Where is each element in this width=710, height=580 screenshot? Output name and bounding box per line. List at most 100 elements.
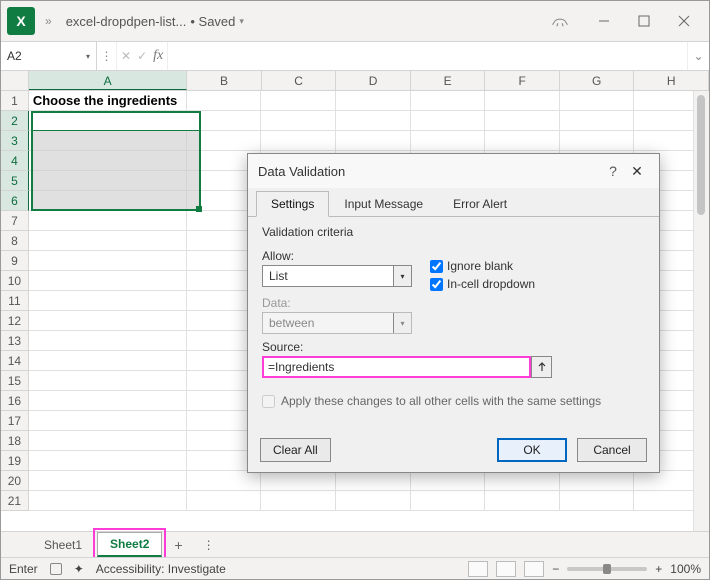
cell[interactable] [29,311,187,331]
cell[interactable] [485,111,560,131]
cell[interactable] [29,251,187,271]
page-break-view-button[interactable] [524,561,544,577]
minimize-button[interactable] [585,7,623,35]
cell[interactable] [29,271,187,291]
row-header[interactable]: 15 [1,371,29,391]
name-box[interactable]: A2 ▾ [1,42,97,70]
cell[interactable] [485,491,560,511]
cell[interactable] [29,151,187,171]
formula-input[interactable] [167,42,687,70]
cell[interactable] [411,111,486,131]
cancel-button[interactable]: Cancel [577,438,647,462]
tab-error-alert[interactable]: Error Alert [438,191,522,217]
select-all-corner[interactable] [1,71,29,90]
dialog-close-button[interactable]: ✕ [625,163,649,180]
cancel-formula-icon[interactable]: ✕ [121,49,131,63]
cell[interactable] [29,371,187,391]
chevron-down-icon[interactable]: ▾ [393,266,411,286]
cell[interactable] [29,491,187,511]
row-header[interactable]: 20 [1,471,29,491]
ok-button[interactable]: OK [497,438,567,462]
cell[interactable] [261,491,336,511]
row-header[interactable]: 8 [1,231,29,251]
document-title[interactable]: excel-dropdpen-list... • Saved ▾ [66,14,244,29]
chevron-right-icon[interactable]: » [41,14,56,28]
row-header[interactable]: 6 [1,191,29,211]
column-header[interactable]: G [560,71,635,90]
cell[interactable] [29,351,187,371]
row-header[interactable]: 19 [1,451,29,471]
maximize-button[interactable] [625,7,663,35]
cell[interactable] [411,491,486,511]
vertical-scrollbar[interactable] [693,91,709,531]
incell-dropdown-checkbox[interactable]: In-cell dropdown [430,277,535,291]
cell[interactable] [485,91,560,111]
row-header[interactable]: 2 [1,111,29,131]
accessibility-icon[interactable]: ✦ [74,562,84,576]
row-header[interactable]: 11 [1,291,29,311]
row-header[interactable]: 12 [1,311,29,331]
column-header[interactable]: C [262,71,337,90]
cell[interactable] [336,131,411,151]
source-input[interactable]: =Ingredients [262,356,531,378]
cell[interactable] [560,91,635,111]
zoom-slider[interactable] [567,567,647,571]
cell[interactable] [336,491,411,511]
zoom-level[interactable]: 100% [670,562,701,576]
scrollbar-thumb[interactable] [697,95,705,215]
normal-view-button[interactable] [468,561,488,577]
row-header[interactable]: 13 [1,331,29,351]
ignore-blank-input[interactable] [430,260,443,273]
cell[interactable] [187,91,262,111]
sheet-menu-button[interactable]: ⋮ [195,534,223,556]
row-header[interactable]: 14 [1,351,29,371]
macro-record-icon[interactable] [50,563,62,575]
cell[interactable] [411,131,486,151]
add-sheet-button[interactable]: + [164,533,192,557]
fx-icon[interactable]: fx [153,48,163,64]
cell[interactable] [261,131,336,151]
cell[interactable] [560,471,635,491]
sheet-tab-sheet1[interactable]: Sheet1 [31,533,95,557]
row-header[interactable]: 18 [1,431,29,451]
zoom-in-button[interactable]: + [655,562,662,576]
cell[interactable] [560,131,635,151]
name-box-dropdown-icon[interactable]: ▾ [86,52,90,61]
cell[interactable] [560,491,635,511]
column-header[interactable]: B [187,71,262,90]
row-header[interactable]: 10 [1,271,29,291]
dialog-titlebar[interactable]: Data Validation ? ✕ [248,154,659,188]
column-header[interactable]: H [634,71,709,90]
cell[interactable] [187,131,262,151]
cell[interactable] [29,411,187,431]
cell[interactable] [485,471,560,491]
cell[interactable]: Choose the ingredients [29,91,187,111]
enter-formula-icon[interactable]: ✓ [137,49,147,63]
tab-settings[interactable]: Settings [256,191,329,217]
ignore-blank-checkbox[interactable]: Ignore blank [430,259,535,273]
close-button[interactable] [665,7,703,35]
row-header[interactable]: 16 [1,391,29,411]
cell[interactable] [187,491,262,511]
clear-all-button[interactable]: Clear All [260,438,331,462]
row-header[interactable]: 1 [1,91,29,111]
cell[interactable] [411,91,486,111]
column-header[interactable]: D [336,71,411,90]
cell[interactable] [29,191,187,211]
cell[interactable] [29,471,187,491]
sheet-tab-sheet2[interactable]: Sheet2 [97,532,162,557]
range-picker-icon[interactable] [531,357,551,377]
tab-input-message[interactable]: Input Message [329,191,438,217]
row-header[interactable]: 3 [1,131,29,151]
cell[interactable] [29,431,187,451]
cell[interactable] [261,91,336,111]
help-button[interactable]: ? [601,163,625,179]
cell[interactable] [29,291,187,311]
cell[interactable] [411,471,486,491]
source-field[interactable]: =Ingredients [262,356,552,378]
cell[interactable] [29,391,187,411]
title-dropdown-icon[interactable]: ▾ [239,16,244,27]
row-header[interactable]: 17 [1,411,29,431]
zoom-out-button[interactable]: − [552,562,559,576]
cell[interactable] [29,111,187,131]
